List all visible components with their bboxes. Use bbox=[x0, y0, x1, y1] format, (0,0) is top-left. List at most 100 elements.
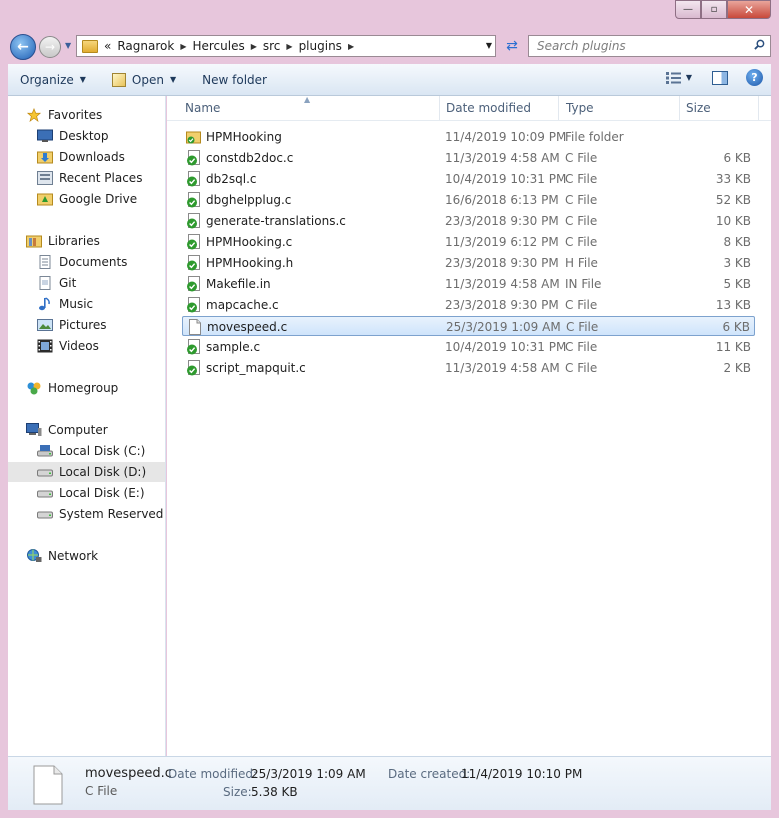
column-header-name[interactable]: Name bbox=[185, 101, 220, 115]
file-row[interactable]: db2sql.c 10/4/2019 10:31 PM C File 33 KB bbox=[182, 169, 755, 189]
file-row[interactable]: HPMHooking 11/4/2019 10:09 PM File folde… bbox=[182, 127, 755, 147]
file-row-selected[interactable]: movespeed.c 25/3/2019 1:09 AM C File 6 K… bbox=[182, 316, 755, 336]
minimize-button[interactable]: — bbox=[675, 0, 701, 19]
address-dropdown-icon[interactable]: ▼ bbox=[486, 41, 492, 50]
sidebar-item-downloads[interactable]: Downloads bbox=[37, 147, 125, 167]
search-icon[interactable] bbox=[754, 39, 765, 50]
file-name: HPMHooking bbox=[206, 130, 282, 144]
view-options-chevron-icon[interactable]: ▼ bbox=[686, 73, 692, 82]
file-row[interactable]: sample.c 10/4/2019 10:31 PM C File 11 KB bbox=[182, 337, 755, 357]
file-name: HPMHooking.c bbox=[206, 235, 293, 249]
google-drive-folder-icon bbox=[37, 193, 53, 206]
details-date-modified: 25/3/2019 1:09 AM bbox=[251, 767, 366, 781]
refresh-icon: ⇄ bbox=[506, 38, 518, 54]
change-view-icon[interactable] bbox=[665, 71, 682, 84]
sidebar-item-google-drive[interactable]: Google Drive bbox=[37, 189, 137, 209]
help-icon[interactable]: ? bbox=[746, 69, 763, 86]
sidebar-item-music[interactable]: Music bbox=[37, 294, 93, 314]
computer-icon bbox=[26, 423, 42, 436]
file-size: 10 KB bbox=[715, 214, 751, 228]
sidebar-item-pictures[interactable]: Pictures bbox=[37, 315, 107, 335]
file-type: C File bbox=[565, 172, 598, 186]
breadcrumb-overflow[interactable]: « bbox=[104, 39, 111, 53]
chevron-right-icon[interactable]: ▶ bbox=[348, 42, 354, 51]
file-size: 33 KB bbox=[715, 172, 751, 186]
file-row[interactable]: dbghelpplug.c 16/6/2018 6:13 PM C File 5… bbox=[182, 190, 755, 210]
column-header-type[interactable]: Type bbox=[566, 101, 594, 115]
sidebar-item-system-reserved[interactable]: System Reserved (H:) bbox=[37, 504, 165, 524]
file-row[interactable]: HPMHooking.c 11/3/2019 6:12 PM C File 8 … bbox=[182, 232, 755, 252]
close-button[interactable]: ✕ bbox=[727, 0, 771, 19]
column-divider[interactable] bbox=[439, 96, 440, 120]
sidebar-item-documents[interactable]: Documents bbox=[37, 252, 127, 272]
column-divider[interactable] bbox=[758, 96, 759, 120]
breadcrumb-ragnarok[interactable]: Ragnarok ▶ bbox=[117, 39, 186, 53]
file-row[interactable]: HPMHooking.h 23/3/2018 9:30 PM H File 3 … bbox=[182, 253, 755, 273]
chevron-right-icon[interactable]: ▶ bbox=[180, 42, 186, 51]
drive-icon bbox=[37, 511, 53, 519]
sidebar-item-desktop[interactable]: Desktop bbox=[37, 126, 109, 146]
file-type: C File bbox=[565, 151, 598, 165]
chevron-down-icon[interactable]: ▼ bbox=[170, 75, 176, 84]
file-date: 10/4/2019 10:31 PM bbox=[445, 172, 567, 186]
file-row[interactable]: mapcache.c 23/3/2018 9:30 PM C File 13 K… bbox=[182, 295, 755, 315]
file-name: generate-translations.c bbox=[206, 214, 346, 228]
open-button[interactable]: Open ▼ bbox=[106, 69, 182, 91]
sidebar-item-label: Desktop bbox=[59, 129, 109, 143]
file-row[interactable]: generate-translations.c 23/3/2018 9:30 P… bbox=[182, 211, 755, 231]
explorer-window: — ▫ ✕ ← → ▼ « Ragnarok ▶ Hercules ▶ src ▶ p… bbox=[0, 0, 779, 818]
address-bar[interactable]: « Ragnarok ▶ Hercules ▶ src ▶ plugins ▶ ▼ bbox=[76, 35, 496, 57]
sidebar-item-label: Downloads bbox=[59, 150, 125, 164]
column-header-date[interactable]: Date modified bbox=[446, 101, 531, 115]
breadcrumb-hercules[interactable]: Hercules ▶ bbox=[192, 39, 256, 53]
sidebar-item-local-disk-c[interactable]: Local Disk (C:) bbox=[37, 441, 145, 461]
sidebar-item-label: Recent Places bbox=[59, 171, 143, 185]
sidebar-item-git[interactable]: Git bbox=[37, 273, 76, 293]
recent-places-icon bbox=[37, 171, 53, 185]
file-type: C File bbox=[565, 361, 598, 375]
synced-file-icon bbox=[187, 360, 200, 376]
file-size: 6 KB bbox=[723, 151, 751, 165]
synced-file-icon bbox=[187, 213, 200, 229]
details-date-created: 11/4/2019 10:10 PM bbox=[461, 767, 583, 781]
back-button[interactable]: ← bbox=[10, 34, 36, 60]
command-bar: Organize ▼ Open ▼ New folder ▼ ? bbox=[8, 64, 771, 96]
forward-button[interactable]: → bbox=[39, 36, 61, 58]
sidebar-libraries[interactable]: Libraries bbox=[26, 231, 100, 251]
breadcrumb-plugins[interactable]: plugins ▶ bbox=[299, 39, 355, 53]
synced-file-icon bbox=[187, 150, 200, 166]
column-divider[interactable] bbox=[558, 96, 559, 120]
chevron-right-icon[interactable]: ▶ bbox=[286, 42, 292, 51]
refresh-button[interactable]: ⇄ bbox=[500, 35, 524, 57]
maximize-button[interactable]: ▫ bbox=[701, 0, 727, 19]
sidebar-favorites[interactable]: Favorites bbox=[26, 105, 102, 125]
file-size: 6 KB bbox=[722, 320, 750, 334]
synced-file-icon bbox=[187, 276, 200, 292]
column-header-size[interactable]: Size bbox=[686, 101, 711, 115]
chevron-right-icon[interactable]: ▶ bbox=[251, 42, 257, 51]
details-size: 5.38 KB bbox=[251, 785, 298, 799]
drive-icon bbox=[37, 490, 53, 498]
details-date-created-label: Date created: bbox=[388, 767, 471, 781]
sidebar-computer[interactable]: Computer bbox=[26, 420, 108, 440]
search-input[interactable] bbox=[535, 38, 749, 54]
sidebar-item-local-disk-d[interactable]: Local Disk (D:) bbox=[8, 462, 165, 482]
file-row[interactable]: constdb2doc.c 11/3/2019 4:58 AM C File 6… bbox=[182, 148, 755, 168]
recent-pages-button[interactable]: ▼ bbox=[65, 41, 71, 50]
sidebar-item-recent-places[interactable]: Recent Places bbox=[37, 168, 142, 188]
breadcrumb-src[interactable]: src ▶ bbox=[263, 39, 293, 53]
organize-button[interactable]: Organize ▼ bbox=[14, 69, 92, 91]
new-folder-button[interactable]: New folder bbox=[196, 69, 273, 91]
file-row[interactable]: script_mapquit.c 11/3/2019 4:58 AM C Fil… bbox=[182, 358, 755, 378]
chevron-down-icon: ▼ bbox=[65, 41, 72, 50]
sidebar-homegroup[interactable]: Homegroup bbox=[26, 378, 118, 398]
sidebar-item-videos[interactable]: Videos bbox=[37, 336, 99, 356]
preview-pane-icon[interactable] bbox=[712, 70, 728, 85]
sidebar-network[interactable]: Network bbox=[26, 546, 98, 566]
synced-file-icon bbox=[187, 255, 200, 271]
sidebar-item-local-disk-e[interactable]: Local Disk (E:) bbox=[37, 483, 145, 503]
column-divider[interactable] bbox=[679, 96, 680, 120]
sidebar-item-label: Computer bbox=[48, 423, 108, 437]
sidebar-item-label: Pictures bbox=[59, 318, 107, 332]
file-row[interactable]: Makefile.in 11/3/2019 4:58 AM IN File 5 … bbox=[182, 274, 755, 294]
